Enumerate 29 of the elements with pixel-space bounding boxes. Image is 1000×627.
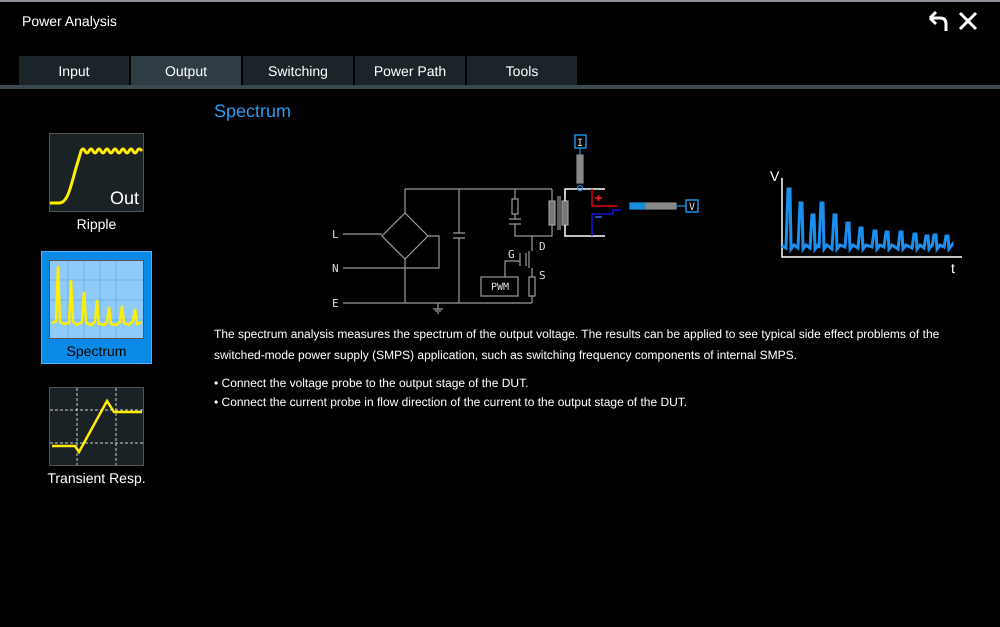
circuit-label: V [688,202,696,213]
close-icon[interactable] [956,9,980,33]
instruction-item: • Connect the current probe in flow direction of the current to the output stage of the DUT. [214,394,688,411]
section-heading: Spectrum [214,101,292,122]
window-title: Power Analysis [22,13,117,29]
circuit-label: G [508,248,515,261]
tab[interactable]: Output [131,56,241,85]
measurement-option[interactable]: Out Ripple [41,124,152,237]
axis-label: t [951,260,955,276]
tab[interactable]: Input [19,56,129,85]
circuit-label: L [332,228,339,241]
tab[interactable]: Power Path [355,56,465,85]
axis-label: V [770,168,780,184]
circuit-label: S [539,269,546,282]
instruction-item: • Connect the voltage probe to the output stage of the DUT. [214,375,530,392]
tab[interactable]: Tools [467,56,577,85]
spectrum-thumbnail-icon [49,260,144,339]
measurement-option[interactable]: Spectrum [41,251,152,364]
out-label: Out [110,188,139,208]
transient-thumbnail-icon [49,387,144,466]
circuit-label: N [332,262,339,275]
measurement-option[interactable]: Transient Resp. [41,378,152,491]
circuit-label: I [576,138,584,149]
back-icon[interactable] [926,9,950,33]
circuit-label: E [332,297,339,310]
description-text: The spectrum analysis measures the spectrum of the output voltage. The results can be applied to see typical side effect problems of the switched-mode power supply (SMPS) application, such as switching frequency components of internal SMPS. [214,326,940,364]
circuit-label: D [539,240,546,253]
circuit-label: PWM [490,282,510,293]
tab[interactable]: Switching [243,56,353,85]
